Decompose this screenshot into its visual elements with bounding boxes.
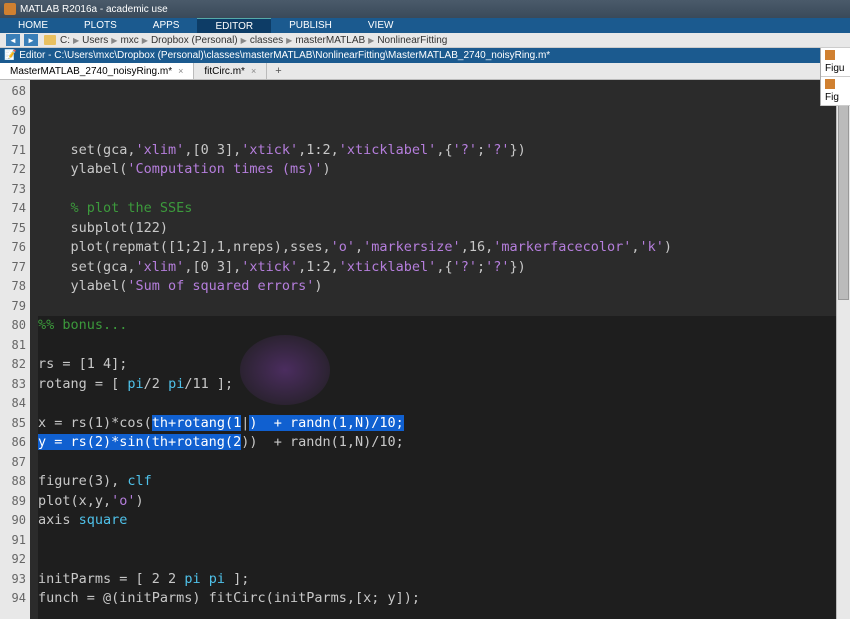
- file-tabs: MasterMATLAB_2740_noisyRing.m*×fitCirc.m…: [0, 63, 850, 80]
- code-line[interactable]: [38, 180, 836, 200]
- tab-close-icon[interactable]: ×: [251, 66, 256, 76]
- file-tab[interactable]: MasterMATLAB_2740_noisyRing.m* ×: [0, 63, 194, 79]
- code-line[interactable]: [38, 609, 836, 619]
- code-line[interactable]: plot(x,y,'o'): [38, 492, 836, 512]
- path-segments[interactable]: C:▶Users▶mxc▶Dropbox (Personal)▶classes▶…: [60, 35, 447, 46]
- path-seg[interactable]: mxc: [120, 35, 138, 46]
- new-tab-button[interactable]: +: [267, 63, 289, 79]
- code-line[interactable]: axis square: [38, 511, 836, 531]
- code-line[interactable]: plot(repmat([1;2],1,nreps),sses,'o','mar…: [38, 238, 836, 258]
- path-bar[interactable]: ◄ ► C:▶Users▶mxc▶Dropbox (Personal)▶clas…: [0, 33, 850, 48]
- code-line[interactable]: [38, 297, 836, 317]
- window-title: MATLAB R2016a - academic use: [20, 4, 168, 15]
- figure-icon: [825, 79, 835, 89]
- code-line[interactable]: y = rs(2)*sin(th+rotang(2)) + randn(1,N)…: [38, 433, 836, 453]
- code-line[interactable]: x = rs(1)*cos(th+rotang(1|) + randn(1,N)…: [38, 414, 836, 434]
- ribbon-tab-plots[interactable]: PLOTS: [66, 18, 135, 33]
- code-line[interactable]: subplot(122): [38, 219, 836, 239]
- editor-window-title: 📝 Editor - C:\Users\mxc\Dropbox (Persona…: [0, 48, 850, 63]
- nav-back-icon[interactable]: ◄: [6, 34, 20, 46]
- code-line[interactable]: initParms = [ 2 2 pi pi ];: [38, 570, 836, 590]
- code-line[interactable]: [38, 550, 836, 570]
- file-tab-label: MasterMATLAB_2740_noisyRing.m*: [10, 66, 172, 77]
- ribbon-tab-apps[interactable]: APPS: [135, 18, 198, 33]
- code-line[interactable]: ylabel('Computation times (ms)'): [38, 160, 836, 180]
- code-line[interactable]: figure(3), clf: [38, 472, 836, 492]
- code-line[interactable]: rs = [1 4];: [38, 355, 836, 375]
- ribbon-tab-view[interactable]: VIEW: [350, 18, 412, 33]
- figure-panel[interactable]: FiguFig: [820, 48, 850, 106]
- editor-title-text: Editor - C:\Users\mxc\Dropbox (Personal)…: [19, 50, 550, 61]
- path-seg[interactable]: NonlinearFitting: [377, 35, 447, 46]
- file-tab-label: fitCirc.m*: [204, 66, 245, 77]
- ribbon-tab-editor[interactable]: EDITOR: [197, 18, 271, 33]
- matlab-logo-icon: [4, 3, 16, 15]
- code-line[interactable]: %% bonus...: [38, 316, 836, 336]
- figure-tab[interactable]: Fig: [821, 77, 850, 106]
- ribbon-tab-home[interactable]: HOME: [0, 18, 66, 33]
- code-line[interactable]: % plot the SSEs: [38, 199, 836, 219]
- path-seg[interactable]: C:: [60, 35, 70, 46]
- path-seg[interactable]: Users: [82, 35, 108, 46]
- file-tab[interactable]: fitCirc.m* ×: [194, 63, 267, 79]
- code-line[interactable]: set(gca,'xlim',[0 3],'xtick',1:2,'xtickl…: [38, 258, 836, 278]
- code-line[interactable]: [38, 453, 836, 473]
- code-line[interactable]: [38, 336, 836, 356]
- code-line[interactable]: set(gca,'xlim',[0 3],'xtick',1:2,'xtickl…: [38, 141, 836, 161]
- code-area[interactable]: set(gca,'xlim',[0 3],'xtick',1:2,'xtickl…: [30, 80, 836, 619]
- ribbon-tabs: HOMEPLOTSAPPSEDITORPUBLISHVIEW: [0, 18, 850, 33]
- code-editor[interactable]: 6869707172737475767778798081828384858687…: [0, 80, 850, 619]
- path-seg[interactable]: masterMATLAB: [295, 35, 365, 46]
- tab-close-icon[interactable]: ×: [178, 66, 183, 76]
- folder-icon[interactable]: [44, 35, 56, 45]
- figure-tab[interactable]: Figu: [821, 48, 850, 77]
- code-line[interactable]: rotang = [ pi/2 pi/11 ];: [38, 375, 836, 395]
- ribbon-tab-publish[interactable]: PUBLISH: [271, 18, 350, 33]
- path-seg[interactable]: Dropbox (Personal): [151, 35, 238, 46]
- window-titlebar: MATLAB R2016a - academic use: [0, 0, 850, 18]
- code-line[interactable]: ylabel('Sum of squared errors'): [38, 277, 836, 297]
- scroll-thumb[interactable]: [838, 100, 849, 300]
- code-line[interactable]: funch = @(initParms) fitCirc(initParms,[…: [38, 589, 836, 609]
- code-line[interactable]: [38, 531, 836, 551]
- code-line[interactable]: [38, 394, 836, 414]
- path-seg[interactable]: classes: [250, 35, 283, 46]
- scrollbar-strip[interactable]: [836, 80, 850, 619]
- figure-icon: [825, 50, 835, 60]
- nav-fwd-icon[interactable]: ►: [24, 34, 38, 46]
- line-gutter: 6869707172737475767778798081828384858687…: [0, 80, 30, 619]
